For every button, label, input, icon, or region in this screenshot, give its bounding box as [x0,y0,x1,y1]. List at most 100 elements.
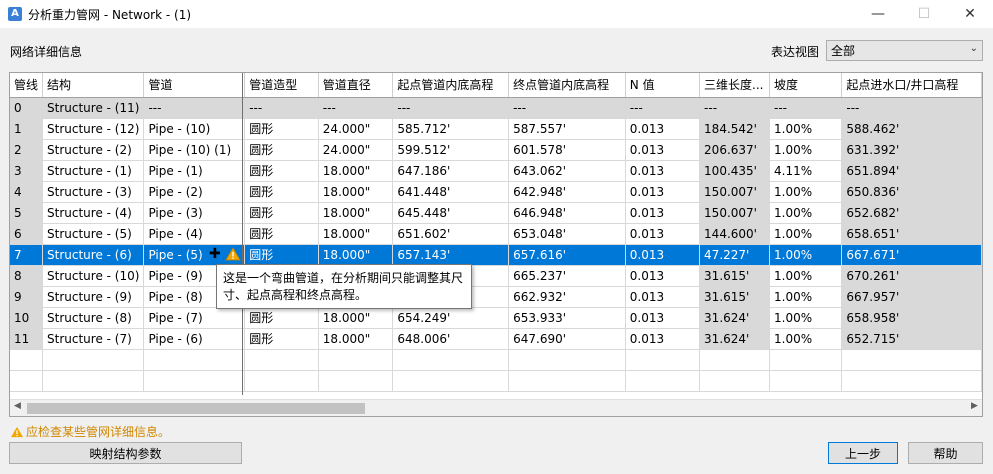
table-cell[interactable]: 31.624' [699,328,770,350]
table-cell[interactable]: 47.227' [699,244,770,266]
table-cell[interactable]: 667.671' [841,244,982,266]
table-cell[interactable]: Structure - (11) [42,97,145,119]
table-cell[interactable]: Pipe - (4) [143,223,246,245]
table-cell[interactable]: 645.448' [392,202,510,224]
table-cell[interactable]: 653.933' [508,307,626,329]
table-cell[interactable]: 0.013 [625,265,701,287]
table-cell[interactable]: Pipe - (10) (1) [143,139,246,161]
table-row[interactable]: 7 Structure - (6) Pipe - (5) 圆形 18.000" 657.1… [10,244,982,266]
table-cell[interactable]: 651.602' [392,223,510,245]
table-cell[interactable]: 206.637' [699,139,770,161]
table-row[interactable]: 3 Structure - (1) Pipe - (1) 圆形 18.000" 647.1… [10,160,982,182]
table-cell[interactable]: 0.013 [625,202,701,224]
table-cell[interactable]: 18.000" [318,244,394,266]
table-cell[interactable]: 144.600' [699,223,770,245]
table-cell[interactable]: 18.000" [318,181,394,203]
table-cell[interactable]: 4 [10,181,44,203]
table-cell[interactable]: 7 [10,244,44,266]
table-cell[interactable]: 0 [10,97,44,119]
table-cell[interactable]: 圆形 [244,223,319,245]
map-structure-params-button[interactable]: 映射结构参数 [9,442,242,464]
minimize-button[interactable]: — [855,0,901,28]
scroll-left-icon[interactable]: ◀ [14,401,21,411]
column-header[interactable]: 管道直径 [318,73,394,98]
table-cell[interactable]: 4.11% [769,160,843,182]
table-cell[interactable]: 587.557' [508,118,626,140]
table-cell[interactable]: Structure - (9) [42,286,145,308]
table-row[interactable]: 0 Structure - (11) --- --- --- --- --- --- --- --… [10,97,982,119]
table-cell[interactable]: 658.651' [841,223,982,245]
table-cell[interactable]: 0.013 [625,328,701,350]
back-button[interactable]: 上一步 [828,442,898,464]
table-cell[interactable]: 651.894' [841,160,982,182]
table-cell[interactable]: Structure - (12) [42,118,145,140]
table-cell[interactable]: 9 [10,286,44,308]
column-header[interactable]: 管道 [143,73,246,98]
table-cell[interactable]: 1.00% [769,139,843,161]
table-cell[interactable]: 圆形 [244,202,319,224]
table-cell[interactable]: 647.690' [508,328,626,350]
table-cell[interactable]: 24.000" [318,118,394,140]
column-header[interactable]: 终点管道内底高程 [508,73,626,98]
table-cell[interactable]: 0.013 [625,181,701,203]
table-cell[interactable]: 0.013 [625,244,701,266]
table-cell[interactable]: 588.462' [841,118,982,140]
table-cell[interactable]: Structure - (10) [42,265,145,287]
table-cell[interactable]: --- [392,97,510,119]
table-cell[interactable]: 665.237' [508,265,626,287]
table-cell[interactable]: 1 [10,118,44,140]
table-cell[interactable]: 648.006' [392,328,510,350]
view-dropdown[interactable]: 全部 ⌄ [826,40,983,61]
table-cell[interactable]: 0.013 [625,139,701,161]
table-cell[interactable]: Structure - (8) [42,307,145,329]
table-cell[interactable]: 642.948' [508,181,626,203]
table-cell[interactable]: 150.007' [699,202,770,224]
table-cell[interactable]: 100.435' [699,160,770,182]
table-row[interactable]: 9 Structure - (9) Pipe - (8) 662.932' 0.013 3… [10,286,982,308]
table-cell[interactable]: 646.948' [508,202,626,224]
table-cell[interactable]: 18.000" [318,160,394,182]
table-cell[interactable]: 601.578' [508,139,626,161]
table-cell[interactable]: 0.013 [625,307,701,329]
column-header[interactable]: 结构 [42,73,145,98]
table-cell[interactable]: 1.00% [769,307,843,329]
column-header[interactable]: 三维长度... [699,73,770,98]
table-cell[interactable]: 1.00% [769,202,843,224]
table-cell[interactable]: Structure - (5) [42,223,145,245]
table-cell[interactable]: 585.712' [392,118,510,140]
table-cell[interactable]: 31.615' [699,265,770,287]
table-cell[interactable]: 641.448' [392,181,510,203]
table-cell[interactable]: Pipe - (6) [143,328,246,350]
table-row[interactable]: 8 Structure - (10) Pipe - (9) 665.237' 0.013… [10,265,982,287]
table-cell[interactable]: Structure - (7) [42,328,145,350]
column-header[interactable]: 起点管道内底高程 [392,73,510,98]
table-cell[interactable]: 0.013 [625,160,701,182]
table-cell[interactable]: 0.013 [625,118,701,140]
table-cell[interactable]: Structure - (3) [42,181,145,203]
table-cell[interactable]: 31.615' [699,286,770,308]
column-header[interactable]: 坡度 [769,73,843,98]
horizontal-scrollbar[interactable]: ◀ ▶ [10,399,982,416]
table-cell[interactable]: Pipe - (7) [143,307,246,329]
table-cell[interactable]: --- [143,97,246,119]
column-header[interactable]: 起点进水口/井口高程 [841,73,982,98]
table-cell[interactable]: 1.00% [769,244,843,266]
table-cell[interactable]: 670.261' [841,265,982,287]
table-cell[interactable]: 圆形 [244,160,319,182]
table-cell[interactable]: 643.062' [508,160,626,182]
table-cell[interactable]: 2 [10,139,44,161]
table-cell[interactable]: 18.000" [318,328,394,350]
table-cell[interactable]: Structure - (6) [42,244,145,266]
table-cell[interactable]: 18.000" [318,223,394,245]
table-cell[interactable]: Pipe - (10) [143,118,246,140]
table-cell[interactable]: 0.013 [625,223,701,245]
table-cell[interactable]: 圆形 [244,244,319,266]
table-cell[interactable]: 667.957' [841,286,982,308]
table-cell[interactable]: 1.00% [769,118,843,140]
network-grid[interactable]: 管线 结构 管道 管道造型 管道直径 起点管道内底高程 终点管道内底高程 N 值三维长度...… [9,72,983,417]
table-cell[interactable]: --- [244,97,319,119]
table-row[interactable]: 10 Structure - (8) Pipe - (7) 圆形 18.000" 654.… [10,307,982,329]
table-cell[interactable]: 647.186' [392,160,510,182]
table-cell[interactable]: 11 [10,328,44,350]
table-row[interactable]: 5 Structure - (4) Pipe - (3) 圆形 18.000" 645.4… [10,202,982,224]
